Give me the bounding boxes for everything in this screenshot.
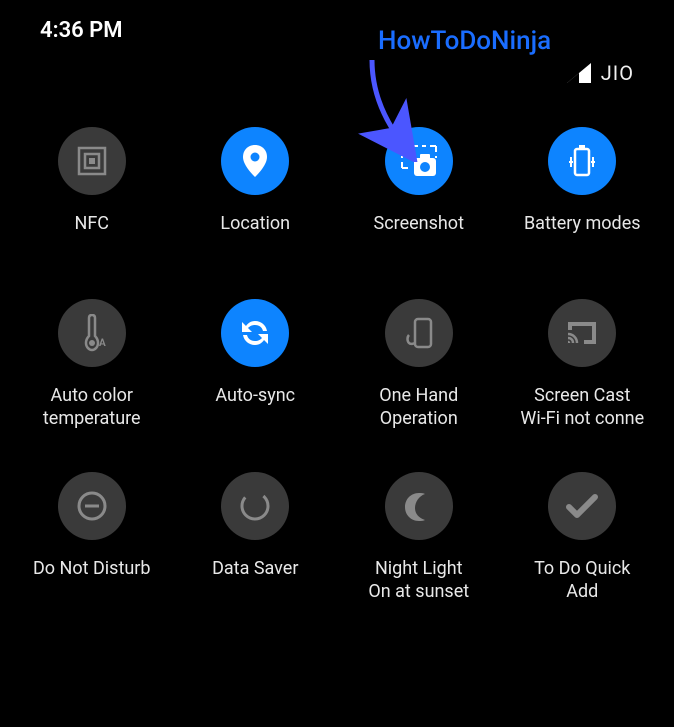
status-bar: 4:36 PM xyxy=(0,0,674,51)
annotation-arrow xyxy=(322,52,432,162)
tile-label: Auto-sync xyxy=(215,385,295,429)
tile-data-saver[interactable]: Data Saver xyxy=(174,460,338,633)
tile-night-light[interactable]: Night Light On at sunset xyxy=(337,460,501,633)
tile-label: Data Saver xyxy=(212,558,298,602)
tile-one-hand[interactable]: One Hand Operation xyxy=(337,287,501,460)
tile-battery-modes[interactable]: Battery modes xyxy=(501,115,665,287)
thermometer-icon: A xyxy=(58,299,126,367)
tile-label: One Hand Operation xyxy=(379,385,458,430)
tile-screen-cast[interactable]: Screen Cast Wi-Fi not conne xyxy=(501,287,665,460)
tile-label: Screenshot xyxy=(374,213,464,257)
check-icon xyxy=(548,472,616,540)
tile-nfc[interactable]: NFC xyxy=(10,115,174,287)
data-saver-icon xyxy=(221,472,289,540)
carrier-label: JIO xyxy=(601,61,634,85)
tile-auto-color-temperature[interactable]: A Auto color temperature xyxy=(10,287,174,460)
tile-auto-sync[interactable]: Auto-sync xyxy=(174,287,338,460)
one-hand-icon xyxy=(385,299,453,367)
tile-label: To Do Quick Add xyxy=(534,558,630,603)
tile-label: NFC xyxy=(74,213,109,257)
tile-label: Battery modes xyxy=(524,213,641,257)
nfc-icon xyxy=(58,127,126,195)
tile-todo-quick-add[interactable]: To Do Quick Add xyxy=(501,460,665,633)
tile-label: Do Not Disturb xyxy=(33,558,151,602)
tile-label: Screen Cast Wi-Fi not conne xyxy=(520,385,644,430)
svg-text:A: A xyxy=(99,338,106,349)
signal-icon xyxy=(567,63,591,83)
sync-icon xyxy=(221,299,289,367)
tile-label: Auto color temperature xyxy=(43,385,141,430)
location-icon xyxy=(221,127,289,195)
moon-icon xyxy=(385,472,453,540)
tile-do-not-disturb[interactable]: Do Not Disturb xyxy=(10,460,174,633)
dnd-icon xyxy=(58,472,126,540)
tile-location[interactable]: Location xyxy=(174,115,338,287)
tile-label: Night Light On at sunset xyxy=(368,558,469,603)
cast-icon xyxy=(548,299,616,367)
quick-settings-grid: NFC Location Screenshot Battery modes A … xyxy=(0,105,674,633)
tile-label: Location xyxy=(220,213,290,257)
battery-icon xyxy=(548,127,616,195)
status-time: 4:36 PM xyxy=(40,18,123,43)
